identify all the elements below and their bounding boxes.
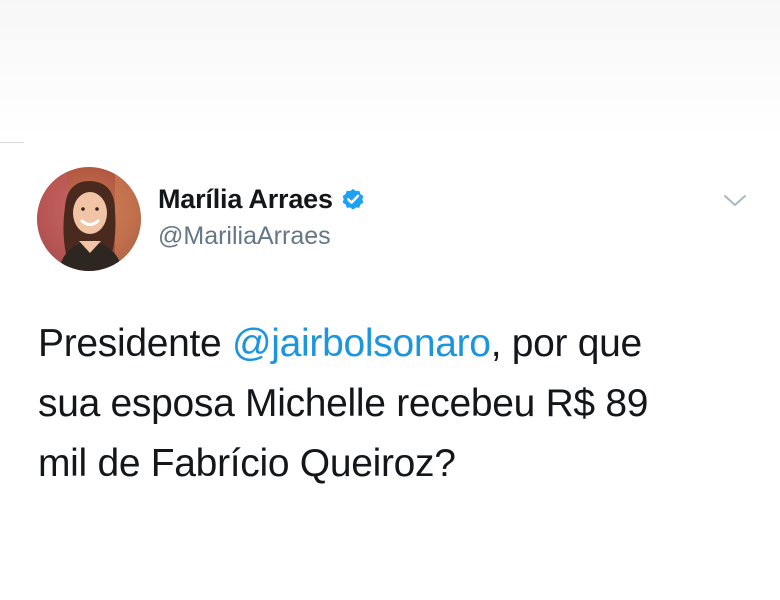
user-handle[interactable]: @MariliaArraes [158,222,366,251]
top-background [0,0,780,140]
avatar[interactable] [37,167,141,271]
tweet-line-2: sua esposa Michelle recebeu R$ 89 [38,382,649,425]
tweet-line-3: mil de Fabrício Queiroz? [38,442,456,485]
tweet-line-1: Presidente @jairbolsonaro, por que [38,314,738,374]
tweet-text: Presidente @jairbolsonaro, por que sua e… [38,314,738,494]
display-name[interactable]: Marília Arraes [158,184,333,215]
mention-link[interactable]: @jairbolsonaro [232,322,491,365]
chevron-down-icon[interactable] [720,190,750,212]
tweet-author: Marília Arraes @MariliaArraes [158,180,366,251]
name-row: Marília Arraes [158,180,366,218]
divider [0,142,24,143]
verified-badge-icon [340,186,366,212]
tweet-text-segment: Presidente [38,322,232,365]
tweet-text-segment: , por que [490,322,643,365]
